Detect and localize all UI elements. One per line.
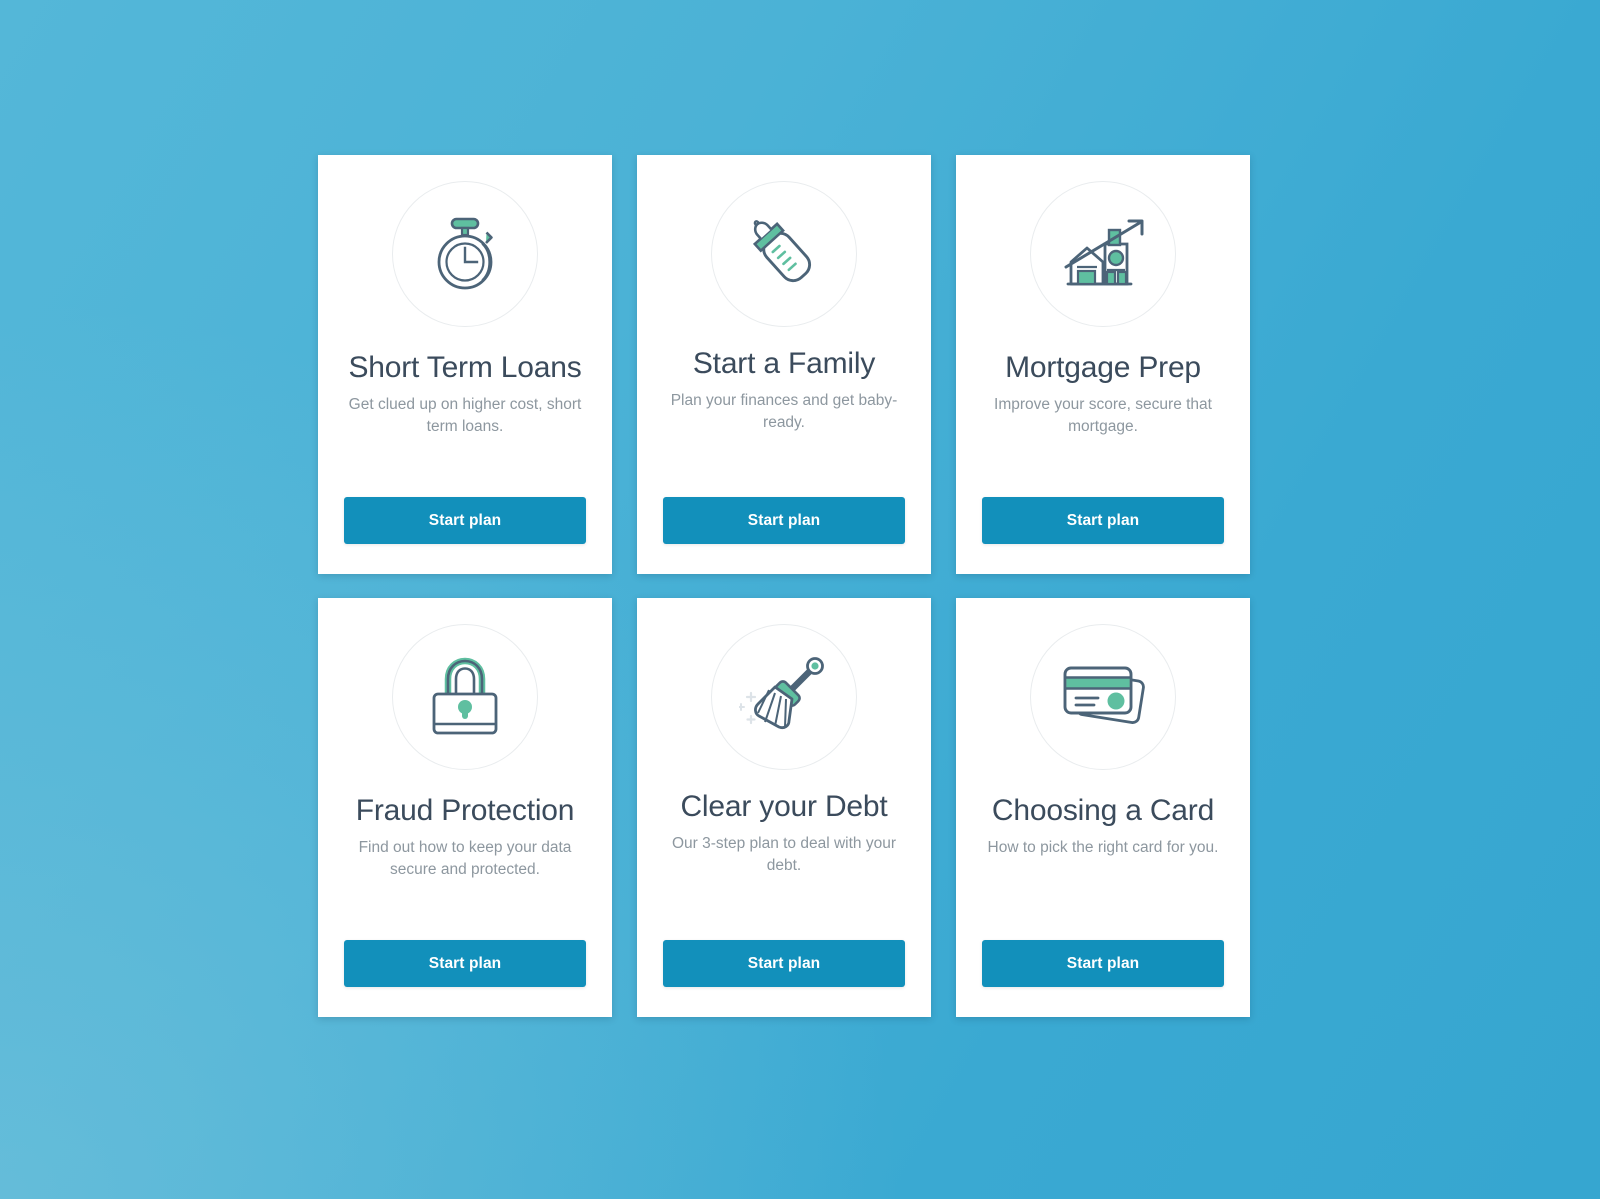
plan-card-mortgage-prep[interactable]: Mortgage Prep Improve your score, secure… <box>956 155 1250 574</box>
start-plan-button[interactable]: Start plan <box>344 497 586 544</box>
card-description: Our 3-step plan to deal with your debt. <box>671 834 896 874</box>
card-description: Improve your score, secure that mortgage… <box>994 395 1212 435</box>
plan-card-clear-your-debt[interactable]: Clear your Debt Our 3-step plan to deal … <box>637 598 931 1017</box>
card-description: Get clued up on higher cost, short term … <box>348 395 582 435</box>
plan-card-short-term-loans[interactable]: Short Term Loans Get clued up on higher … <box>318 155 612 574</box>
card-description: Find out how to keep your data secure an… <box>358 838 572 878</box>
house-growth-chart-icon <box>1059 214 1147 294</box>
icon-circle <box>1030 624 1176 770</box>
card-description: Plan your finances and get baby-ready. <box>670 391 898 431</box>
start-plan-button[interactable]: Start plan <box>663 940 905 987</box>
plans-grid-container: Short Term Loans Get clued up on higher … <box>318 155 1250 1017</box>
start-plan-button[interactable]: Start plan <box>663 497 905 544</box>
icon-circle <box>392 181 538 327</box>
card-title: Choosing a Card <box>991 794 1215 827</box>
start-plan-button[interactable]: Start plan <box>982 940 1224 987</box>
card-title: Mortgage Prep <box>1005 351 1201 384</box>
card-description: How to pick the right card for you. <box>987 838 1219 856</box>
padlock-icon <box>424 655 506 739</box>
credit-cards-icon <box>1057 658 1149 736</box>
card-title: Short Term Loans <box>348 351 582 384</box>
baby-bottle-icon <box>741 211 827 297</box>
icon-circle <box>1030 181 1176 327</box>
card-title: Fraud Protection <box>355 794 575 827</box>
plan-card-choosing-a-card[interactable]: Choosing a Card How to pick the right ca… <box>956 598 1250 1017</box>
stopwatch-icon <box>422 211 508 297</box>
plan-cards-grid: Short Term Loans Get clued up on higher … <box>318 155 1250 1017</box>
card-title: Clear your Debt <box>680 790 888 823</box>
icon-circle <box>711 181 857 327</box>
card-title: Start a Family <box>692 347 876 380</box>
plan-card-fraud-protection[interactable]: Fraud Protection Find out how to keep yo… <box>318 598 612 1017</box>
plan-card-start-a-family[interactable]: Start a Family Plan your finances and ge… <box>637 155 931 574</box>
start-plan-button[interactable]: Start plan <box>344 940 586 987</box>
icon-circle <box>711 624 857 770</box>
broom-icon <box>739 654 829 740</box>
start-plan-button[interactable]: Start plan <box>982 497 1224 544</box>
icon-circle <box>392 624 538 770</box>
